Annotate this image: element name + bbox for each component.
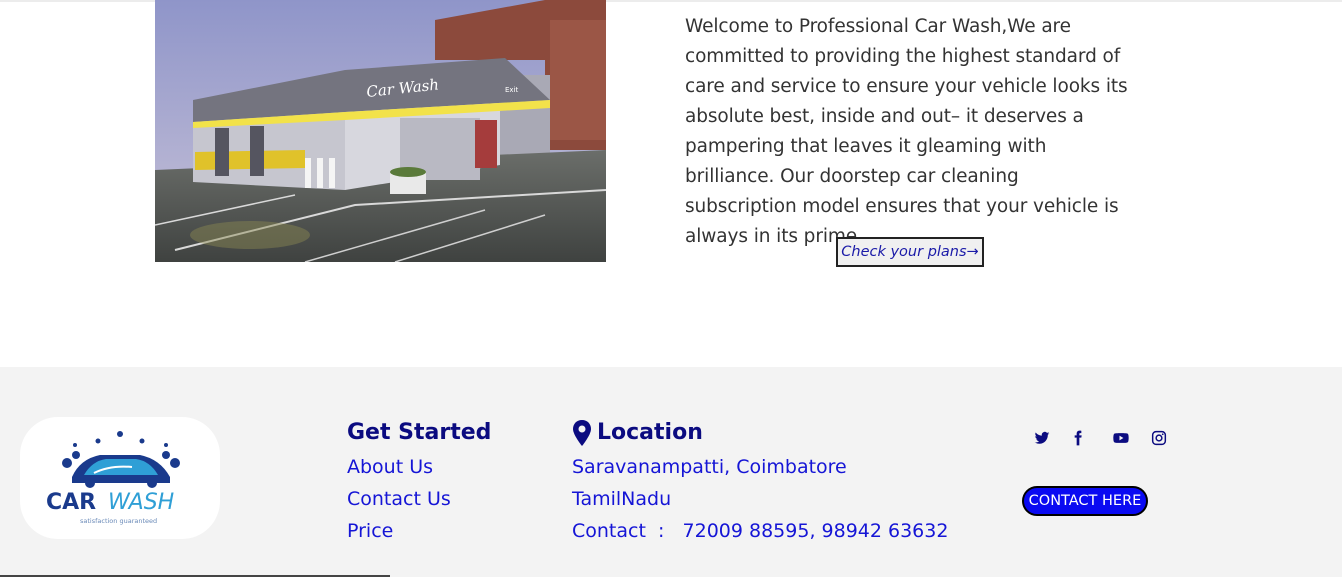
contact-numbers: Contact : 72009 88595, 98942 63632 xyxy=(572,520,949,542)
logo-word-car: CAR xyxy=(46,490,96,515)
get-started-heading: Get Started xyxy=(347,420,492,445)
car-wash-photo: Car Wash Exit xyxy=(155,0,606,262)
car-wash-logo[interactable]: CAR WASH satisfaction guaranteed xyxy=(20,417,220,539)
address-line-1: Saravanampatti, Coimbatore xyxy=(572,456,847,478)
logo-word-wash: WASH xyxy=(108,490,174,515)
intro-paragraph: Welcome to Professional Car Wash,We are … xyxy=(685,16,1128,247)
youtube-icon[interactable] xyxy=(1112,429,1130,447)
facebook-icon[interactable] xyxy=(1069,429,1087,447)
site-footer: CAR WASH satisfaction guaranteed Get Sta… xyxy=(0,367,1342,577)
about-us-link[interactable]: About Us xyxy=(347,456,433,478)
price-link[interactable]: Price xyxy=(347,520,393,542)
contact-us-link[interactable]: Contact Us xyxy=(347,488,451,510)
logo-tagline: satisfaction guaranteed xyxy=(80,517,157,525)
address-line-2: TamilNadu xyxy=(572,488,672,510)
instagram-icon[interactable] xyxy=(1150,429,1168,447)
location-pin-icon xyxy=(573,420,591,446)
photo-exit-text: Exit xyxy=(505,86,519,94)
contact-here-button[interactable]: CONTACT HERE xyxy=(1022,486,1148,516)
twitter-icon[interactable] xyxy=(1033,429,1051,447)
check-plans-button[interactable]: Check your plans→ xyxy=(836,237,984,267)
location-heading: Location xyxy=(597,420,703,445)
